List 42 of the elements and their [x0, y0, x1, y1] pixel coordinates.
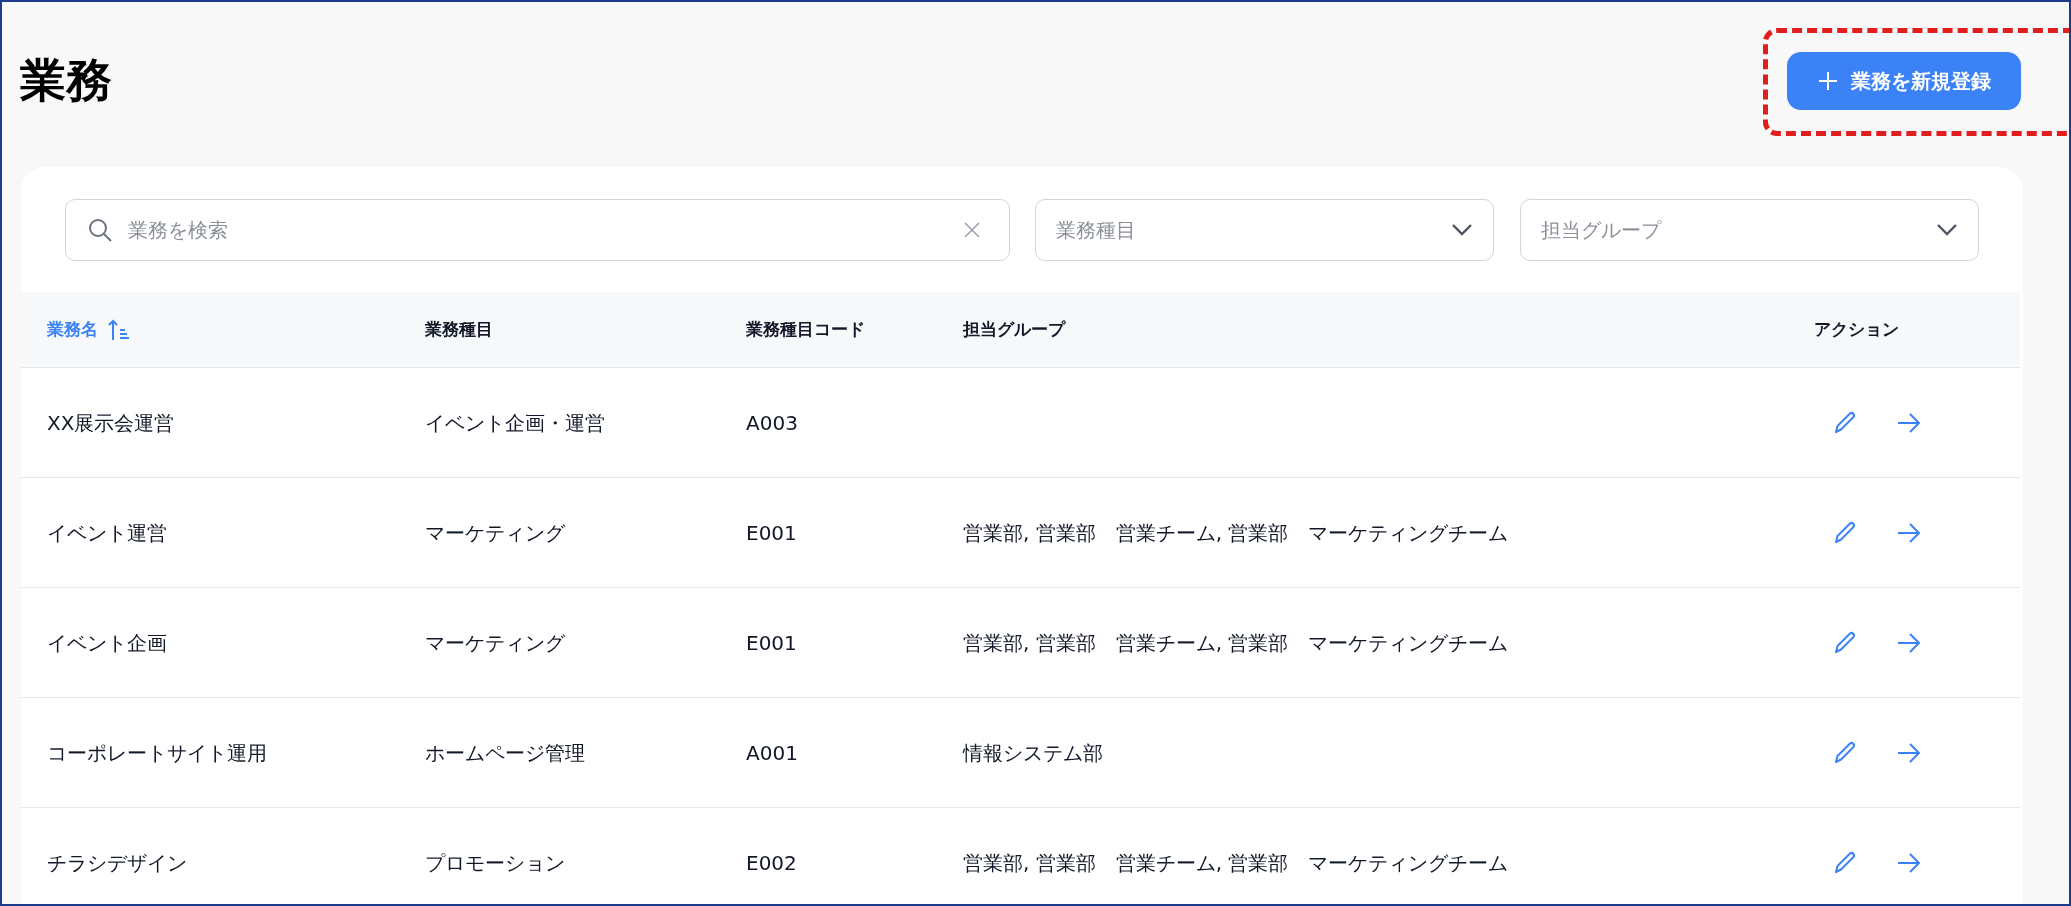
arrow-right-icon[interactable]: [1896, 741, 1922, 764]
assigned-groups: 営業部, 営業部 営業チーム, 営業部 マーケティングチーム: [963, 630, 1509, 655]
edit-icon[interactable]: [1832, 409, 1858, 436]
task-category: マーケティング: [425, 520, 565, 545]
arrow-right-icon[interactable]: [1896, 851, 1922, 874]
task-name: イベント運営: [47, 520, 167, 545]
task-category: マーケティング: [425, 630, 565, 655]
arrow-right-icon[interactable]: [1896, 631, 1922, 654]
assigned-groups: 営業部, 営業部 営業チーム, 営業部 マーケティングチーム: [963, 850, 1509, 875]
page-title: 業務: [20, 52, 112, 109]
category-code: E002: [746, 850, 797, 875]
task-category: プロモーション: [425, 850, 565, 875]
clear-icon[interactable]: [962, 220, 982, 240]
column-header[interactable]: アクション: [1814, 316, 1899, 343]
task-name: XX展示会運営: [47, 410, 175, 435]
edit-icon[interactable]: [1832, 519, 1858, 546]
chevron-down-icon: [1451, 223, 1473, 237]
plus-icon: [1817, 69, 1839, 92]
chevron-down-icon: [1936, 223, 1958, 237]
task-name: チラシデザイン: [47, 850, 187, 875]
column-header[interactable]: 業務種目: [425, 316, 493, 343]
category-code: E001: [746, 520, 797, 545]
column-header[interactable]: 業務種目コード: [746, 316, 865, 343]
task-category: ホームページ管理: [425, 740, 585, 765]
category-code: E001: [746, 630, 797, 655]
arrow-right-icon[interactable]: [1896, 411, 1922, 434]
assigned-groups: 営業部, 営業部 営業チーム, 営業部 マーケティングチーム: [963, 520, 1509, 545]
edit-icon[interactable]: [1832, 849, 1858, 876]
arrow-right-icon[interactable]: [1896, 521, 1922, 544]
edit-icon[interactable]: [1832, 739, 1858, 766]
column-header[interactable]: 担当グループ: [963, 316, 1065, 343]
task-category: イベント企画・運営: [425, 410, 605, 435]
category-code: A003: [746, 410, 798, 435]
category-code: A001: [746, 740, 798, 765]
search-icon: [87, 217, 113, 243]
task-name: イベント企画: [47, 630, 167, 655]
task-name: コーポレートサイト運用: [47, 740, 267, 765]
edit-icon[interactable]: [1832, 629, 1858, 656]
search-field[interactable]: 業務を検索: [65, 199, 1010, 261]
sort-ascending-icon[interactable]: [108, 317, 130, 342]
assigned-groups: 情報システム部: [963, 740, 1103, 765]
new-registration-button[interactable]: 業務を新規登録: [1787, 51, 2021, 110]
